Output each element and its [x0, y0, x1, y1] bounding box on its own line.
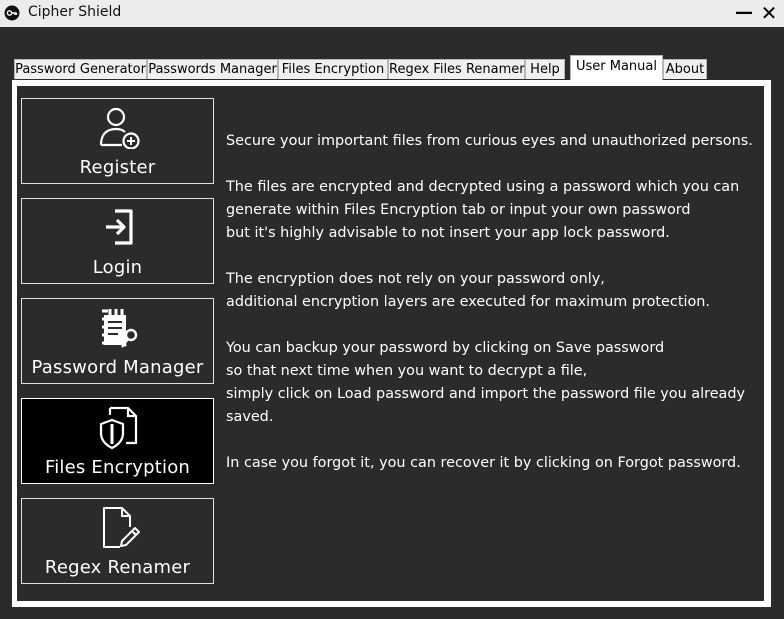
password-manager-button[interactable]: Password Manager: [21, 298, 214, 384]
files-encryption-button[interactable]: Files Encryption: [21, 398, 214, 484]
password-manager-icon: [102, 309, 138, 348]
login-label: Login: [92, 257, 143, 278]
regex-renamer-label: Regex Renamer: [44, 557, 191, 578]
file-shield-icon: [99, 406, 138, 449]
close-button[interactable]: ✕: [758, 2, 780, 24]
regex-renamer-button[interactable]: Regex Renamer: [21, 498, 214, 584]
title-bar: Cipher Shield — ✕: [0, 0, 784, 27]
register-label: Register: [79, 157, 156, 178]
register-button[interactable]: Register: [21, 98, 214, 184]
tab-password-generator[interactable]: Password Generator: [14, 59, 147, 79]
manual-paragraph: The files are encrypted and decrypted us…: [226, 179, 740, 241]
manual-paragraph: In case you forgot it, you can recover i…: [226, 455, 741, 471]
user-add-icon: [99, 107, 140, 149]
tab-bar: Password Generator Passwords Manager Fil…: [0, 27, 784, 81]
files-encryption-label: Files Encryption: [44, 457, 191, 478]
key-icon: [4, 5, 20, 21]
manual-paragraph: Secure your important files from curious…: [226, 133, 753, 149]
file-edit-icon: [103, 507, 140, 548]
tab-files-encryption[interactable]: Files Encryption: [278, 59, 388, 79]
tab-help[interactable]: Help: [525, 59, 565, 79]
tab-regex-files-renamer[interactable]: Regex Files Renamer: [388, 59, 525, 79]
manual-paragraph: The encryption does not rely on your pas…: [226, 271, 710, 310]
tab-about[interactable]: About: [663, 59, 707, 79]
tab-user-manual[interactable]: User Manual: [570, 55, 663, 80]
manual-paragraph: You can backup your password by clicking…: [226, 340, 746, 425]
password-manager-label: Password Manager: [31, 357, 204, 378]
login-icon: [106, 209, 133, 245]
login-button[interactable]: Login: [21, 198, 214, 284]
window-title: Cipher Shield: [28, 4, 122, 20]
minimize-button[interactable]: —: [733, 2, 755, 24]
tab-passwords-manager[interactable]: Passwords Manager: [147, 59, 278, 79]
